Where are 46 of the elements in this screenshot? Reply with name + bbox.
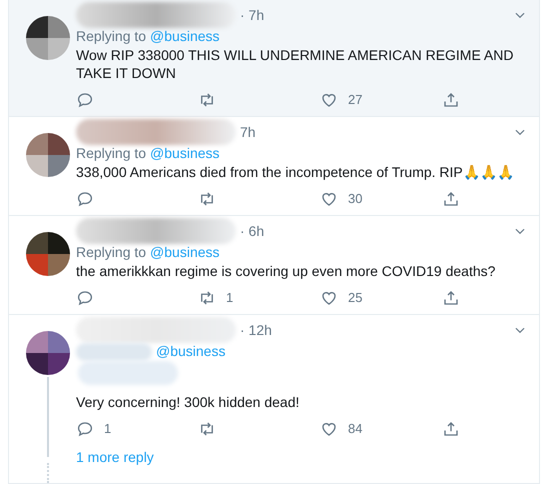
share-icon[interactable]	[442, 190, 460, 208]
replying-label: Replying to	[76, 144, 146, 163]
replying-label: Replying to	[76, 27, 146, 46]
heart-icon[interactable]	[320, 289, 338, 307]
heart-icon[interactable]	[320, 91, 338, 109]
tweet-text: Very concerning! 300k hidden dead!	[76, 393, 300, 411]
reply-icon[interactable]	[76, 289, 94, 307]
tweet-row[interactable]: · 12h @business Very concerning! 300k hidden dead! 1 84 1 more reply	[9, 315, 539, 484]
retweet-icon[interactable]	[198, 91, 216, 109]
reply-icon[interactable]	[76, 420, 94, 438]
timestamp[interactable]: · 12h	[240, 320, 272, 340]
share-icon[interactable]	[442, 420, 460, 438]
share-icon[interactable]	[442, 91, 460, 109]
mention-link[interactable]: @business	[150, 27, 220, 46]
tweet-text: the amerikkkan regime is covering up even more COVID19 deaths?	[76, 262, 496, 280]
mention-link[interactable]: @business	[150, 144, 220, 163]
timestamp[interactable]: · 7h	[240, 4, 264, 26]
like-count: 25	[348, 289, 362, 308]
like-count: 84	[348, 420, 362, 438]
avatar[interactable]	[26, 133, 70, 177]
retweet-icon[interactable]	[198, 289, 216, 307]
like-count: 27	[348, 91, 362, 110]
like-count: 30	[348, 190, 362, 208]
timestamp[interactable]: · 6h	[240, 220, 264, 242]
tweet-row[interactable]: · 6h Replying to @business the amerikkkan regime is covering up even more COVID19 deaths? 1 25	[9, 216, 539, 315]
tweet-row[interactable]: · 7h Replying to @business Wow RIP 338000 THIS WILL UNDERMINE AMERICAN REGIME AND TAKE IT DOWN 27	[9, 0, 539, 117]
reply-icon[interactable]	[76, 91, 94, 109]
heart-icon[interactable]	[320, 420, 338, 438]
avatar[interactable]	[26, 331, 70, 375]
retweet-icon[interactable]	[198, 420, 216, 438]
retweet-icon[interactable]	[198, 190, 216, 208]
share-icon[interactable]	[442, 289, 460, 307]
tweet-text: 338,000 Americans died from the incompetence of Trump. RIP🙏🙏🙏	[76, 163, 515, 181]
reply-icon[interactable]	[76, 190, 94, 208]
timestamp[interactable]: 7h	[240, 122, 256, 142]
heart-icon[interactable]	[320, 190, 338, 208]
avatar[interactable]	[26, 232, 70, 276]
mention-link[interactable]: @business	[156, 342, 226, 361]
tweet-text: Wow RIP 338000 THIS WILL UNDERMINE AMERICAN REGIME AND TAKE IT DOWN	[76, 46, 514, 82]
mention-link[interactable]: @business	[150, 243, 220, 262]
more-replies-link[interactable]: 1 more reply	[76, 447, 154, 468]
retweet-count: 1	[226, 289, 234, 308]
reply-count: 1	[104, 420, 112, 438]
replying-label: Replying to	[76, 243, 146, 262]
tweet-row[interactable]: 7h Replying to @business 338,000 Americans died from the incompetence of Trump. RIP🙏🙏🙏 30	[9, 117, 539, 216]
avatar[interactable]	[26, 16, 70, 60]
